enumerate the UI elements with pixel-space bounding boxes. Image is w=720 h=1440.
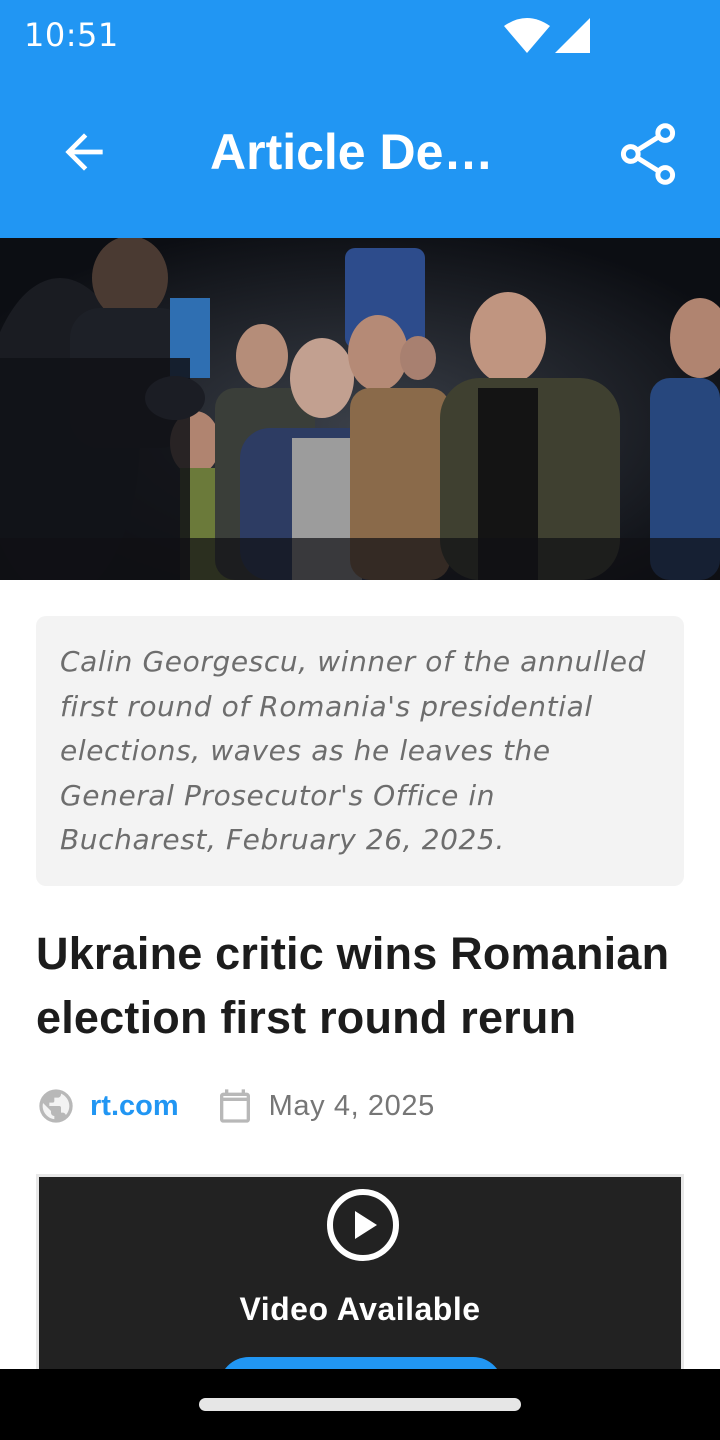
back-button[interactable]: [48, 116, 120, 188]
image-caption: Calin Georgescu, winner of the annulled …: [60, 645, 646, 856]
article-headline: Ukraine critic wins Romanian election fi…: [36, 928, 670, 1043]
calendar-icon: [219, 1089, 250, 1123]
status-bar: 10:51: [0, 0, 720, 72]
app-bar: Article Det…: [0, 72, 720, 238]
share-button[interactable]: [612, 116, 684, 192]
system-nav-bar: [0, 1369, 720, 1440]
video-available-label: Video Available: [239, 1291, 481, 1327]
image-caption-box: Calin Georgescu, winner of the annulled …: [36, 616, 684, 886]
publish-date: May 4, 2025: [268, 1089, 435, 1122]
home-gesture-handle[interactable]: [199, 1398, 521, 1411]
hero-photo: [0, 238, 720, 580]
play-circle-icon[interactable]: [325, 1187, 401, 1263]
status-icons: [504, 18, 590, 53]
wifi-icon: [504, 18, 550, 53]
article-hero-image: [0, 238, 720, 580]
arrow-left-icon: [65, 133, 103, 171]
article-meta: rt.com May 4, 2025: [36, 1082, 684, 1130]
source-link[interactable]: rt.com: [90, 1090, 179, 1123]
globe-icon: [39, 1089, 73, 1123]
share-icon: [620, 123, 676, 185]
status-time: 10:51: [24, 16, 119, 54]
cellular-signal-icon: [555, 18, 590, 53]
page-title: Article Det…: [210, 124, 511, 180]
